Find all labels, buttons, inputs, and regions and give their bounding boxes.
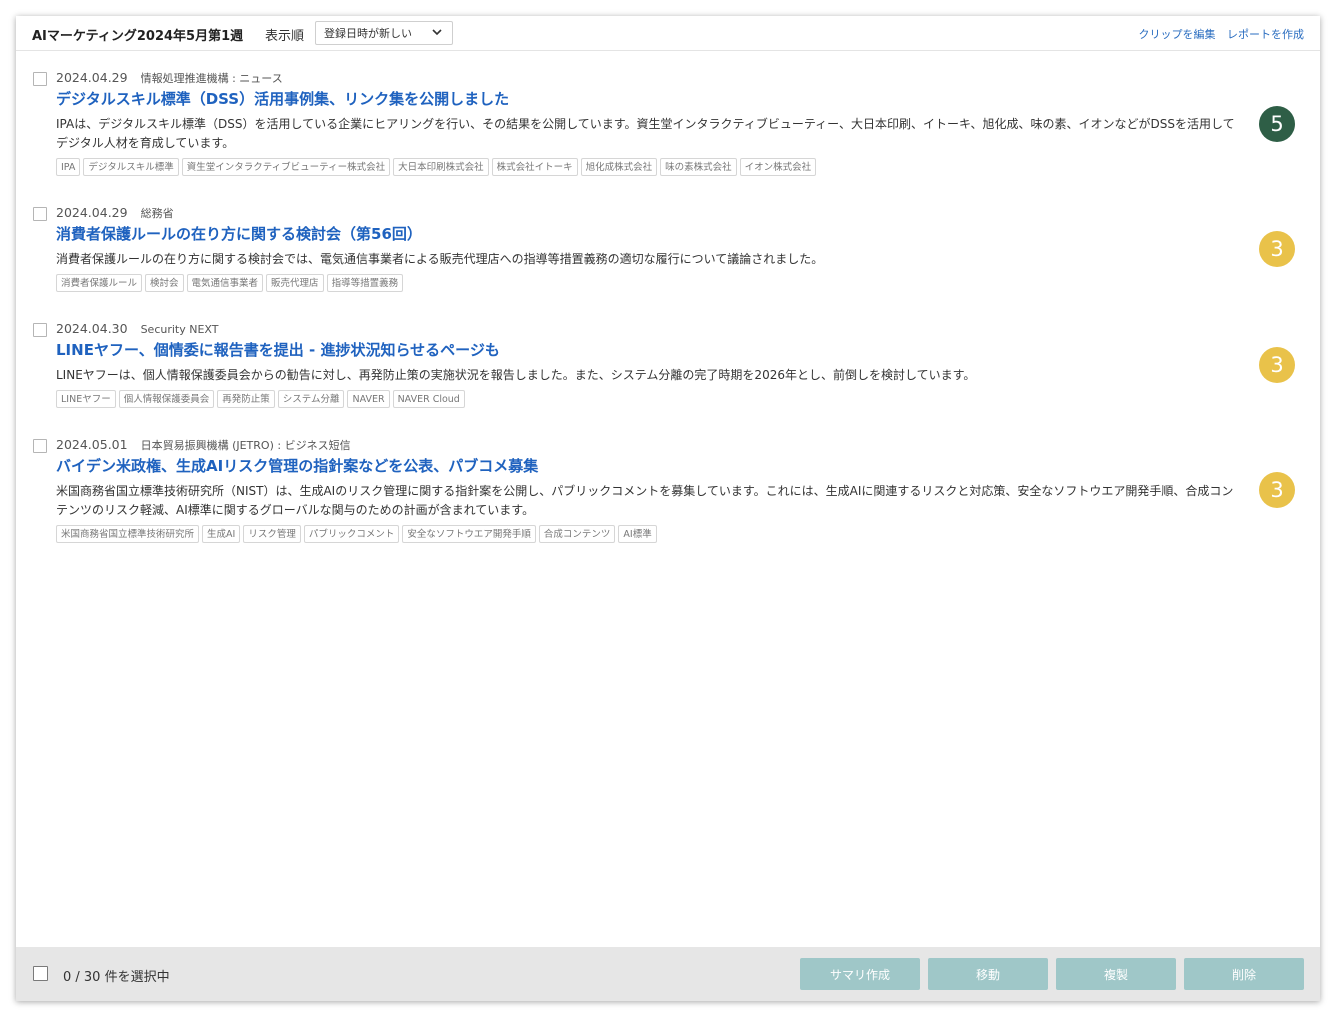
tag[interactable]: NAVER bbox=[347, 390, 390, 408]
score-badge: 3 bbox=[1259, 231, 1295, 267]
article-checkbox[interactable] bbox=[33, 323, 47, 337]
tag[interactable]: パブリックコメント bbox=[303, 525, 400, 543]
tag[interactable]: 大日本印刷株式会社 bbox=[393, 158, 489, 176]
tag[interactable]: デジタルスキル標準 bbox=[83, 158, 179, 176]
article-source: 情報処理推進機構 : ニュース bbox=[140, 72, 283, 85]
article-summary: IPAは、デジタルスキル標準（DSS）を活用している企業にヒアリングを行い、その… bbox=[56, 117, 1235, 150]
tag[interactable]: 安全なソフトウエア開発手順 bbox=[402, 525, 536, 543]
article-date: 2024.04.29 bbox=[56, 205, 128, 220]
article-checkbox[interactable] bbox=[33, 439, 47, 453]
article-title[interactable]: LINEヤフー、個情委に報告書を提出 - 進捗状況知らせるページも bbox=[56, 339, 500, 360]
move-button[interactable]: 移動 bbox=[928, 958, 1048, 990]
article-tags: 消費者保護ルール 検討会 電気通信事業者 販売代理店 指導等措置義務 bbox=[56, 274, 404, 292]
article-summary: LINEヤフーは、個人情報保護委員会からの勧告に対し、再発防止策の実施状況を報告… bbox=[56, 368, 976, 382]
article-checkbox[interactable] bbox=[33, 207, 47, 221]
edit-clip-link[interactable]: クリップを編集 bbox=[1139, 28, 1216, 41]
clip-panel: AIマーケティング2024年5月第1週 表示順 登録日時が新しい クリップを編集… bbox=[16, 16, 1320, 1001]
tag[interactable]: 販売代理店 bbox=[266, 274, 324, 292]
action-bar: 0 / 30 件を選択中 サマリ作成 移動 複製 削除 bbox=[16, 947, 1320, 1001]
tag[interactable]: 消費者保護ルール bbox=[56, 274, 143, 292]
tag[interactable]: 再発防止策 bbox=[217, 390, 275, 408]
create-summary-button[interactable]: サマリ作成 bbox=[800, 958, 920, 990]
selection-count: 0 / 30 件を選択中 bbox=[63, 970, 170, 985]
chevron-down-icon bbox=[432, 29, 442, 36]
article-source: 総務省 bbox=[140, 207, 174, 220]
article-meta: 2024.04.29 情報処理推進機構 : ニュース bbox=[56, 70, 283, 86]
article-source: Security NEXT bbox=[140, 323, 219, 336]
sort-label: 表示順 bbox=[265, 29, 305, 44]
tag[interactable]: LINEヤフー bbox=[56, 390, 116, 408]
article-summary: 米国商務省国立標準技術研究所（NIST）は、生成AIのリスク管理に関する指針案を… bbox=[56, 484, 1234, 517]
score-badge: 3 bbox=[1259, 472, 1295, 508]
article-title[interactable]: 消費者保護ルールの在り方に関する検討会（第56回） bbox=[56, 223, 422, 244]
article-tags: 米国商務省国立標準技術研究所 生成AI リスク管理 パブリックコメント 安全なソ… bbox=[56, 525, 657, 543]
clip-title: AIマーケティング2024年5月第1週 bbox=[32, 29, 244, 44]
tag[interactable]: 個人情報保護委員会 bbox=[118, 390, 215, 408]
article-title[interactable]: デジタルスキル標準（DSS）活用事例集、リンク集を公開しました bbox=[56, 88, 509, 109]
tag[interactable]: 米国商務省国立標準技術研究所 bbox=[56, 525, 200, 543]
tag[interactable]: NAVER Cloud bbox=[392, 390, 465, 408]
article-meta: 2024.04.30 Security NEXT bbox=[56, 321, 219, 336]
delete-button[interactable]: 削除 bbox=[1184, 958, 1304, 990]
article-title[interactable]: バイデン米政権、生成AIリスク管理の指針案などを公表、パブコメ募集 bbox=[56, 455, 538, 476]
sort-order-select[interactable]: 登録日時が新しい bbox=[315, 21, 453, 45]
tag[interactable]: 味の素株式会社 bbox=[660, 158, 737, 176]
article-checkbox[interactable] bbox=[33, 72, 47, 86]
duplicate-button[interactable]: 複製 bbox=[1056, 958, 1176, 990]
header-links: クリップを編集 レポートを作成 bbox=[1131, 26, 1305, 42]
tag[interactable]: イオン株式会社 bbox=[739, 158, 817, 176]
article-meta: 2024.05.01 日本貿易振興機構 (JETRO) : ビジネス短信 bbox=[56, 437, 351, 453]
article-source: 日本貿易振興機構 (JETRO) : ビジネス短信 bbox=[140, 439, 351, 452]
toolbar: AIマーケティング2024年5月第1週 表示順 登録日時が新しい クリップを編集… bbox=[16, 16, 1320, 51]
score-badge: 5 bbox=[1259, 106, 1295, 142]
tag[interactable]: リスク管理 bbox=[243, 525, 301, 543]
article-date: 2024.05.01 bbox=[56, 437, 128, 452]
article-meta: 2024.04.29 総務省 bbox=[56, 205, 174, 221]
tag[interactable]: 生成AI bbox=[202, 525, 241, 543]
create-report-link[interactable]: レポートを作成 bbox=[1227, 28, 1304, 41]
tag[interactable]: 旭化成株式会社 bbox=[580, 158, 658, 176]
tag[interactable]: 株式会社イトーキ bbox=[491, 158, 578, 176]
tag[interactable]: システム分離 bbox=[277, 390, 345, 408]
tag[interactable]: IPA bbox=[56, 158, 81, 176]
article-summary: 消費者保護ルールの在り方に関する検討会では、電気通信事業者による販売代理店への指… bbox=[56, 252, 824, 266]
score-badge: 3 bbox=[1259, 347, 1295, 383]
tag[interactable]: 検討会 bbox=[145, 274, 184, 292]
tag[interactable]: 電気通信事業者 bbox=[186, 274, 264, 292]
article-date: 2024.04.29 bbox=[56, 70, 128, 85]
tag[interactable]: 資生堂インタラクティブビューティー株式会社 bbox=[181, 158, 391, 176]
tag[interactable]: AI標準 bbox=[618, 525, 657, 543]
sort-order-value: 登録日時が新しい bbox=[324, 27, 412, 40]
select-all-checkbox[interactable] bbox=[33, 966, 48, 981]
tag[interactable]: 指導等措置義務 bbox=[326, 274, 404, 292]
article-tags: IPA デジタルスキル標準 資生堂インタラクティブビューティー株式会社 大日本印… bbox=[56, 158, 817, 176]
tag[interactable]: 合成コンテンツ bbox=[538, 525, 616, 543]
article-tags: LINEヤフー 個人情報保護委員会 再発防止策 システム分離 NAVER NAV… bbox=[56, 390, 465, 408]
article-date: 2024.04.30 bbox=[56, 321, 128, 336]
